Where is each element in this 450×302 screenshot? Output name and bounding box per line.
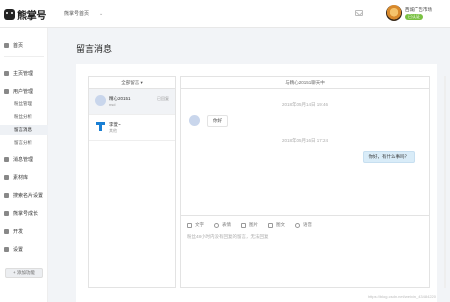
tool-label: 文字 — [195, 222, 204, 227]
user-name: 西城广告市场 — [405, 7, 432, 12]
conversation-list: 全部留言 ▾ 精心20151 nsd 已回复 李萱~ 其他 — [88, 76, 176, 288]
sidebar-item-message-analysis[interactable]: 留言分析 — [0, 138, 48, 148]
conversation-preview: 其他 — [109, 128, 117, 133]
sidebar-item-label: 设置 — [13, 246, 24, 253]
tool-label: 语音 — [303, 222, 312, 227]
conversation-preview: nsd — [109, 102, 116, 107]
text-tool-button[interactable]: 文字 — [187, 222, 204, 228]
text-icon — [187, 222, 192, 228]
outgoing-message: 你好，有什么事吗？ — [362, 151, 415, 163]
message-timestamp: 2018年05月16日 17:24 — [281, 138, 329, 143]
sidebar-item-label: 搜索名片设置 — [13, 192, 44, 199]
avatar[interactable] — [386, 5, 402, 21]
page-scrollbar[interactable] — [444, 76, 446, 288]
sidebar-item-label: 熊掌号成长 — [13, 210, 39, 217]
account-switcher[interactable]: 熊掌号首页 ⌄ — [64, 10, 104, 18]
sidebar-item-label: 素材库 — [13, 174, 29, 181]
chat-header: 与精心20151聊天中 — [181, 77, 429, 89]
reply-status: 已回复 — [157, 96, 169, 101]
sidebar-item-label: 首页 — [13, 42, 24, 49]
tool-label: 图片 — [249, 222, 258, 227]
sidebar-item-fans-manage[interactable]: 粉丝管理 — [0, 99, 48, 109]
avatar — [95, 121, 106, 132]
article-icon — [268, 222, 273, 228]
chevron-down-icon: ⌄ — [99, 10, 104, 17]
breadcrumb: 熊掌号首页 — [64, 11, 90, 17]
article-tool-button[interactable]: 图文 — [268, 222, 285, 228]
sidebar-item-label: 粉丝分析 — [14, 114, 32, 119]
voice-tool-button[interactable]: 语音 — [295, 222, 312, 228]
card-icon — [4, 192, 9, 198]
incoming-message: 你好 — [207, 115, 228, 127]
emoji-icon — [214, 222, 219, 228]
tool-label: 图文 — [276, 222, 285, 227]
sidebar-item-search-card[interactable]: 搜索名片设置 — [0, 190, 48, 200]
settings-icon — [4, 246, 9, 252]
sidebar-item-materials[interactable]: 素材库 — [0, 172, 48, 182]
sidebar-item-label: 开发 — [13, 228, 24, 235]
sidebar-item-label: 留言消息 — [14, 127, 32, 132]
logo-text: 熊掌号 — [17, 11, 47, 22]
compose-toolbar: 文字 表情 图片 图文 语音 — [187, 222, 312, 228]
sidebar-item-label: 粉丝管理 — [14, 101, 32, 106]
message-timestamp: 2018年05月14日 19:46 — [281, 102, 329, 107]
emoji-tool-button[interactable]: 表情 — [214, 222, 231, 228]
watermark: https://blog.csdn.net/weixin_43484220 — [367, 294, 436, 299]
avatar — [95, 95, 106, 106]
sidebar-item-home[interactable]: 首页 — [0, 40, 48, 50]
list-item[interactable]: 李萱~ 其他 — [89, 115, 175, 141]
mail-icon[interactable] — [355, 10, 363, 16]
filter-dropdown[interactable]: 全部留言 ▾ — [89, 77, 175, 89]
avatar — [189, 115, 200, 126]
sidebar-item-message-manage[interactable]: 消息管理 — [0, 154, 48, 164]
image-tool-button[interactable]: 图片 — [241, 222, 258, 228]
folder-icon — [4, 174, 9, 180]
chat-window: 与精心20151聊天中 2018年05月14日 19:46 你好 2018年05… — [180, 76, 430, 288]
microphone-icon — [295, 222, 300, 228]
add-function-button[interactable]: + 添加功能 — [5, 268, 43, 278]
sidebar-item-user-manage[interactable]: 用户管理 — [0, 86, 48, 96]
user-icon — [4, 88, 9, 94]
sidebar-item-label: 主页管理 — [13, 70, 34, 77]
compose-hint: 粉丝48小时内没有回复的留言，无法回复 — [187, 234, 269, 239]
sidebar-item-develop[interactable]: 开发 — [0, 226, 48, 236]
sidebar: 首页 主页管理 用户管理 粉丝管理 粉丝分析 留言消息 留言分析 消息管理 素材… — [0, 28, 48, 302]
sidebar-item-label: 消息管理 — [13, 156, 34, 163]
page-title: 留言消息 — [76, 44, 113, 54]
image-icon — [241, 222, 246, 228]
gear-icon — [4, 156, 9, 162]
status-badge: 已认证 — [405, 14, 423, 20]
sidebar-item-fans-analysis[interactable]: 粉丝分析 — [0, 112, 48, 122]
page-icon — [4, 70, 9, 76]
code-icon — [4, 228, 9, 234]
sidebar-item-homepage-manage[interactable]: 主页管理 — [0, 68, 48, 78]
chart-icon — [4, 210, 9, 216]
compose-area: 文字 表情 图片 图文 语音 粉丝48小时内没有回复的留言，无法回复 — [181, 215, 429, 287]
sidebar-item-settings[interactable]: 设置 — [0, 244, 48, 254]
top-bar: 熊掌号 熊掌号首页 ⌄ 西城广告市场 已认证 — [0, 0, 450, 28]
home-icon — [4, 42, 9, 48]
tool-label: 表情 — [222, 222, 231, 227]
sidebar-item-messages[interactable]: 留言消息 — [0, 125, 48, 135]
divider — [4, 56, 44, 57]
sidebar-item-label: 用户管理 — [13, 88, 34, 95]
bear-paw-logo-icon — [4, 9, 15, 20]
list-item[interactable]: 精心20151 nsd 已回复 — [89, 89, 175, 115]
sidebar-item-label: 留言分析 — [14, 140, 32, 145]
sidebar-item-growth[interactable]: 熊掌号成长 — [0, 208, 48, 218]
logo[interactable]: 熊掌号 — [4, 7, 46, 22]
